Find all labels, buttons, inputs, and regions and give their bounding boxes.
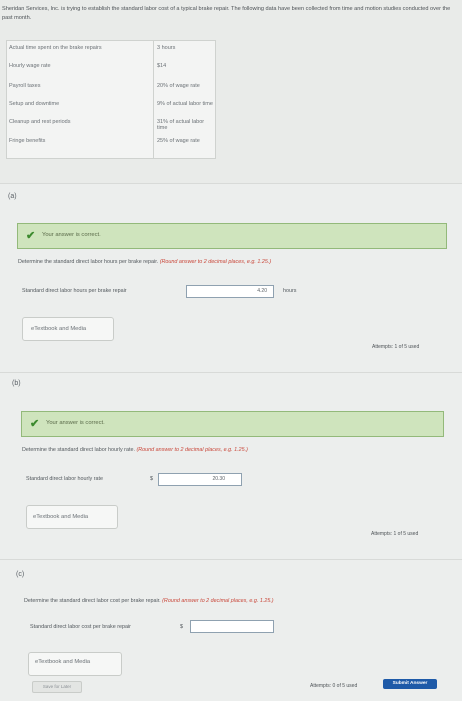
etextbook-label: eTextbook and Media [33,514,89,520]
check-icon: ✔ [30,418,40,430]
table-row-value: 3 hours [157,45,176,51]
part-a-question: Determine the standard direct labor hour… [18,259,458,265]
part-b-correct-banner: ✔ Your answer is correct. [21,411,444,437]
currency-symbol: $ [180,624,183,630]
table-row-value: 31% of actual labor time [157,119,205,131]
rounding-hint: (Round answer to 2 decimal places, e.g. … [162,598,274,604]
part-c-field-label: Standard direct labor cost per brake rep… [30,624,131,630]
etextbook-label: eTextbook and Media [35,659,91,665]
table-row-label: Payroll taxes [9,83,41,89]
answer-value: 20.30 [212,476,225,482]
table-row-value: 20% of wage rate [157,83,200,89]
part-a-field-label: Standard direct labor hours per brake re… [22,288,127,294]
part-b-field-label: Standard direct labor hourly rate [26,476,104,482]
part-c-tag: (c) [16,571,25,578]
table-row-label: Cleanup and rest periods [9,119,71,125]
problem-intro: Sheridan Services, Inc. is trying to est… [2,6,451,21]
part-a-etextbook-button[interactable]: eTextbook and Media [22,317,114,341]
part-c-answer-input[interactable] [190,620,274,633]
part-c-question: Determine the standard direct labor cost… [24,598,454,604]
save-for-later-button[interactable]: Save for Later [32,681,82,693]
rounding-hint: (Round answer to 2 decimal places, e.g. … [136,447,248,453]
part-a-tag: (a) [8,193,17,200]
submit-answer-button[interactable]: Submit Answer [383,679,437,689]
rounding-hint: (Round answer to 2 decimal places, e.g. … [159,259,272,265]
etextbook-label: eTextbook and Media [31,326,87,332]
check-icon: ✔ [26,230,36,242]
correct-message: Your answer is correct. [46,420,105,426]
table-row-value: 9% of actual labor time [157,101,213,107]
part-b-attempts: Attempts: 1 of 5 used [371,531,419,537]
part-b-etextbook-button[interactable]: eTextbook and Media [26,505,118,529]
table-row-label: Hourly wage rate [9,63,51,69]
unit-label: hours [283,288,297,294]
part-a-answer-input[interactable]: 4.20 [186,285,274,298]
table-row-value: 25% of wage rate [157,138,200,144]
question-text: Determine the standard direct labor hour… [22,447,135,453]
answer-value: 4.20 [257,288,267,294]
part-c-attempts: Attempts: 0 of 5 used [310,683,358,689]
question-text: Determine the standard direct labor cost… [24,598,161,604]
question-text: Determine the standard direct labor hour… [18,259,159,265]
table-divider [153,41,154,158]
part-b-tag: (b) [12,380,21,387]
part-b-question: Determine the standard direct labor hour… [22,447,452,453]
table-row-label: Actual time spent on the brake repairs [9,45,102,51]
table-row-label: Setup and downtime [9,101,60,107]
part-a-correct-banner: ✔ Your answer is correct. [17,223,447,249]
table-row-value: $14 [157,63,167,69]
part-c-etextbook-button[interactable]: eTextbook and Media [28,652,122,676]
part-b-answer-input[interactable]: 20.30 [158,473,242,486]
part-a-attempts: Attempts: 1 of 5 used [372,344,420,350]
correct-message: Your answer is correct. [42,232,101,238]
currency-symbol: $ [150,476,153,482]
data-table: Actual time spent on the brake repairs 3… [6,40,216,159]
table-row-label: Fringe benefits [9,138,46,144]
